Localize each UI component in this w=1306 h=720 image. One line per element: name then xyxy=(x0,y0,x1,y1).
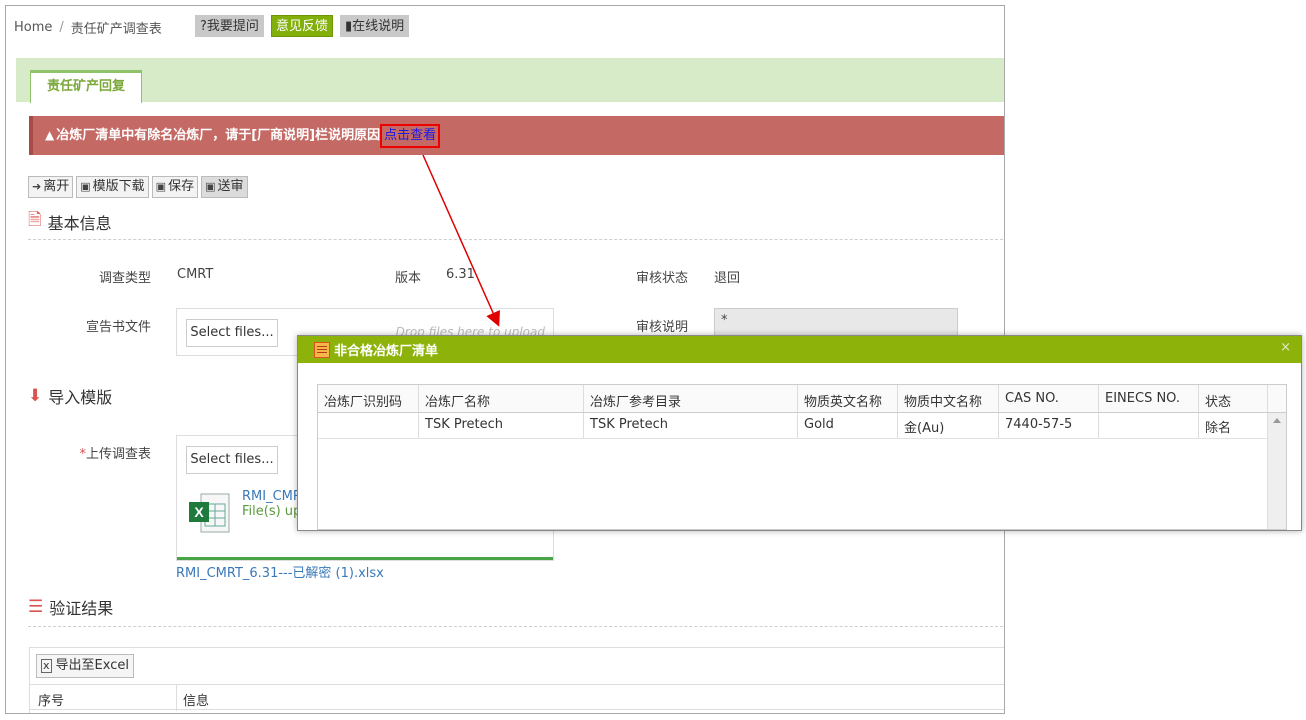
list-icon: ☰ xyxy=(28,597,44,617)
review-status-value: 退回 xyxy=(714,271,741,286)
declaration-select-files-button[interactable]: Select files... xyxy=(186,319,278,347)
grid-column-header[interactable]: 冶炼厂参考目录 xyxy=(584,385,798,412)
grid-column-header[interactable]: 物质中文名称 xyxy=(898,385,999,412)
upload-survey-label: *上传调查表 xyxy=(66,443,151,462)
divider xyxy=(28,239,1003,240)
breadcrumb-current: 责任矿产调查表 xyxy=(70,21,162,37)
excel-file-icon: X xyxy=(189,493,230,533)
dialog-title: 非合格冶炼厂清单 xyxy=(334,344,439,359)
grid-cell xyxy=(318,413,419,438)
survey-type-value: CMRT xyxy=(177,267,214,282)
grid-cell: TSK Pretech xyxy=(419,413,584,438)
uploaded-file-status: File(s) up xyxy=(242,504,302,519)
divider xyxy=(28,626,1003,627)
version-value: 6.31 xyxy=(446,267,475,282)
breadcrumb: Home / 责任矿产调查表 xyxy=(14,16,162,38)
export-excel-button[interactable]: x 导出至Excel xyxy=(36,654,134,678)
grid-cell xyxy=(1099,413,1199,438)
smelter-grid: 冶炼厂识别码 冶炼厂名称 冶炼厂参考目录 物质英文名称 物质中文名称 CAS NO. EIN… xyxy=(317,384,1287,530)
survey-select-files-button[interactable]: Select files... xyxy=(186,446,278,474)
save-button[interactable]: ▣ 保存 xyxy=(151,176,199,198)
template-download-label: 模版下载 xyxy=(92,179,145,194)
validation-results-panel: x 导出至Excel 序号 信息 xyxy=(29,647,1004,713)
review-note-label: 审核说明 xyxy=(635,320,688,335)
tab-bar: 责任矿产回复 xyxy=(16,58,1004,103)
svg-text:X: X xyxy=(194,504,204,520)
action-toolbar: ➜ 离开 ▣ 模版下载 ▣ 保存 ▣ 送审 xyxy=(28,176,248,198)
scroll-up-icon[interactable] xyxy=(1273,418,1281,423)
submit-review-label: 送审 xyxy=(217,179,244,194)
submit-review-button[interactable]: ▣ 送审 xyxy=(201,176,248,198)
online-help-label: 在线说明 xyxy=(352,19,405,34)
review-status-label: 审核状态 xyxy=(635,271,688,286)
tab-responsible-minerals-reply[interactable]: 责任矿产回复 xyxy=(30,70,142,103)
exit-icon: ➜ xyxy=(32,180,42,193)
validation-title: 验证结果 xyxy=(49,599,114,618)
column-info: 信息 xyxy=(183,694,210,709)
export-excel-label: 导出至Excel xyxy=(55,658,129,673)
download-icon: ⬇ xyxy=(28,386,43,406)
online-help-button[interactable]: ▮在线说明 xyxy=(340,15,410,37)
warning-icon: ▲ xyxy=(45,128,55,142)
leave-label: 离开 xyxy=(43,179,70,194)
grid-column-header[interactable]: 物质英文名称 xyxy=(798,385,898,412)
alert-view-link[interactable]: 点击查看 xyxy=(380,123,441,148)
survey-type-label: 调查类型 xyxy=(98,271,151,286)
grid-column-header[interactable]: 状态 xyxy=(1199,385,1268,412)
close-icon[interactable]: × xyxy=(1280,340,1291,355)
floppy-icon: ▣ xyxy=(155,180,167,193)
excel-icon: x xyxy=(41,659,52,673)
table-row[interactable]: TSK Pretech TSK Pretech Gold 金(Au) 7440-57-5… xyxy=(318,413,1268,439)
version-label: 版本 xyxy=(394,271,421,286)
validation-table-header: 序号 信息 xyxy=(30,684,1004,711)
dialog-titlebar: 非合格冶炼厂清单 × xyxy=(298,336,1301,363)
grid-cell: Gold xyxy=(798,413,898,438)
uploaded-file-link[interactable]: RMI_CMRT_6.31---已解密 (1).xlsx xyxy=(176,562,384,581)
noncompliant-smelter-dialog: 非合格冶炼厂清单 × 冶炼厂识别码 冶炼厂名称 冶炼厂参考目录 物质英文名称 物质中文名… xyxy=(297,335,1302,531)
alert-message: 冶炼厂清单中有除名冶炼厂，请于[厂商说明]栏说明原因 xyxy=(56,128,381,143)
grid-cell: 除名 xyxy=(1199,413,1268,438)
floppy-icon: ▣ xyxy=(80,180,91,193)
list-window-icon xyxy=(314,341,330,358)
grid-column-header[interactable]: EINECS NO. xyxy=(1099,385,1199,412)
basic-info-heading: 🗎 基本信息 xyxy=(28,207,112,236)
floppy-icon: ▣ xyxy=(205,180,216,193)
grid-cell: 金(Au) xyxy=(898,413,999,438)
validation-heading: ☰ 验证结果 xyxy=(28,595,113,619)
breadcrumb-separator: / xyxy=(59,19,64,35)
grid-header: 冶炼厂识别码 冶炼厂名称 冶炼厂参考目录 物质英文名称 物质中文名称 CAS NO. EIN… xyxy=(318,385,1286,413)
basic-info-title: 基本信息 xyxy=(47,213,112,233)
leave-button[interactable]: ➜ 离开 xyxy=(28,176,74,198)
save-label: 保存 xyxy=(168,179,195,194)
grid-cell: 7440-57-5 xyxy=(999,413,1099,438)
breadcrumb-home[interactable]: Home xyxy=(14,20,52,35)
grid-cell: TSK Pretech xyxy=(584,413,798,438)
upload-survey-label-text: 上传调查表 xyxy=(85,447,151,462)
grid-column-header[interactable]: 冶炼厂名称 xyxy=(419,385,584,412)
import-template-heading: ⬇ 导入模版 xyxy=(28,384,112,408)
import-template-title: 导入模版 xyxy=(48,388,113,407)
grid-column-header[interactable]: CAS NO. xyxy=(999,385,1099,412)
declaration-file-label: 宣告书文件 xyxy=(85,320,151,335)
column-divider xyxy=(176,685,177,711)
grid-column-header[interactable]: 冶炼厂识别码 xyxy=(318,385,419,412)
document-icon: 🗎 xyxy=(28,210,42,230)
vertical-scrollbar[interactable] xyxy=(1267,413,1286,529)
template-download-button[interactable]: ▣ 模版下载 xyxy=(76,176,149,198)
upload-progress-bar xyxy=(177,557,553,560)
feedback-button[interactable]: 意见反馈 xyxy=(271,15,334,37)
warning-alert: ▲ 冶炼厂清单中有除名冶炼厂，请于[厂商说明]栏说明原因 点击查看 xyxy=(29,116,1004,155)
ask-question-button[interactable]: ?我要提问 xyxy=(195,15,264,37)
column-index: 序号 xyxy=(38,694,65,709)
